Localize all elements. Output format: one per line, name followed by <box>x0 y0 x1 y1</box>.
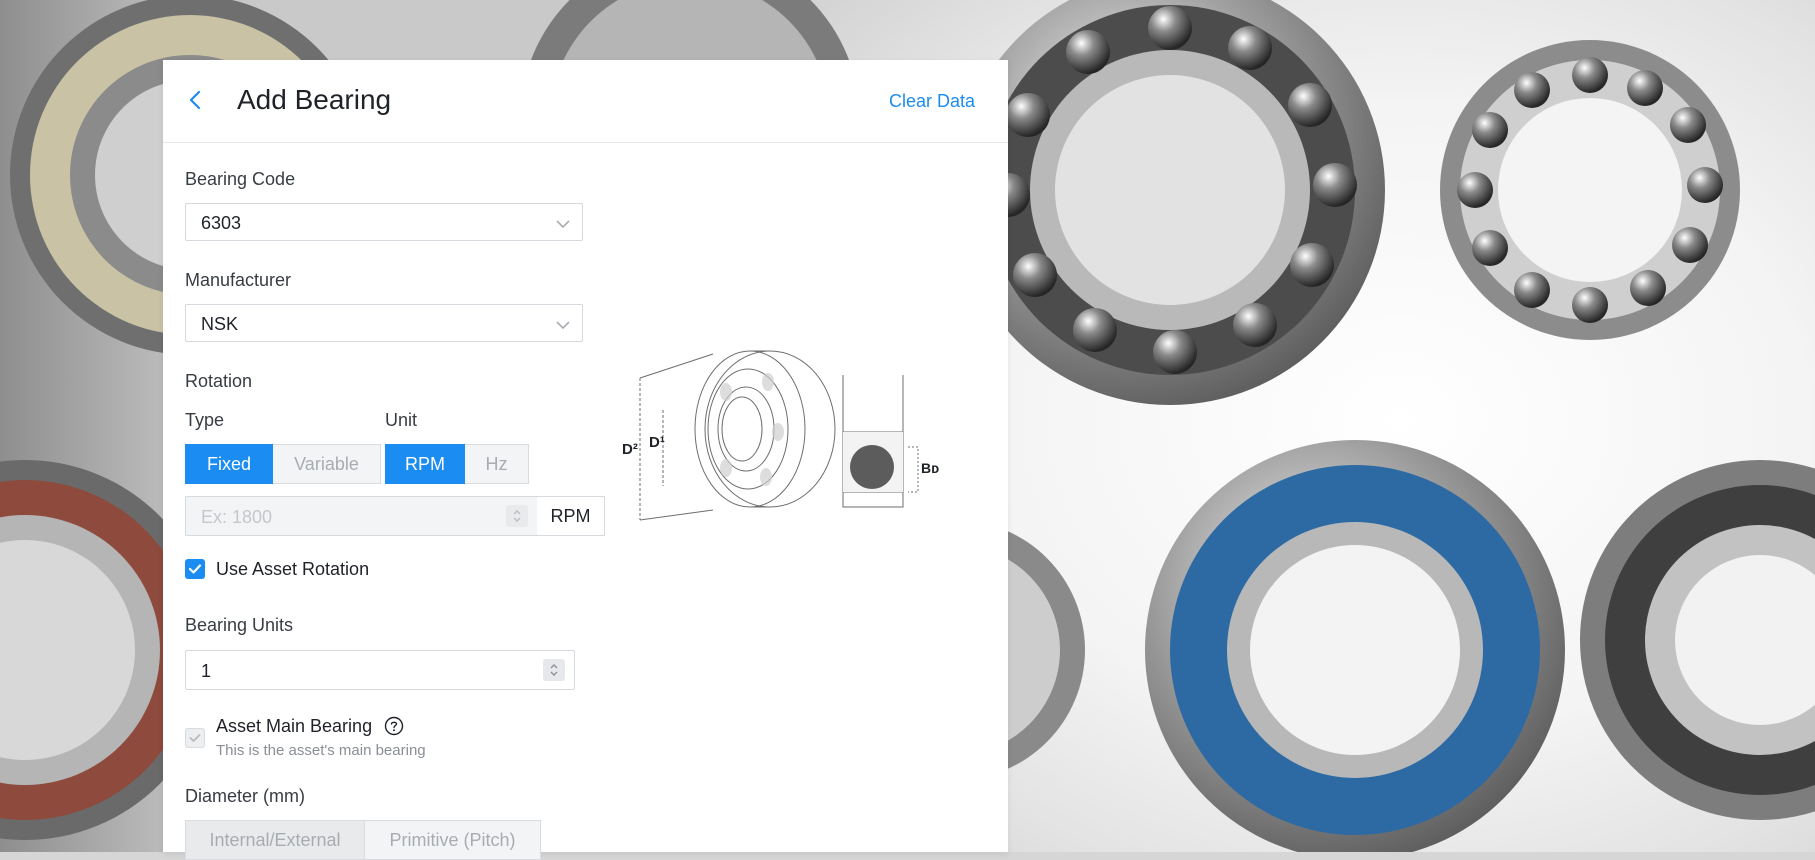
diameter-primitive-pitch[interactable]: Primitive (Pitch) <box>365 820 541 860</box>
rotation-unit-label: Unit <box>385 410 418 430</box>
use-asset-rotation-label: Use Asset Rotation <box>216 559 370 579</box>
bearing-code-value: 6303 <box>201 213 242 233</box>
bearing-dimension-diagram: D² D¹ Bᴅ <box>622 350 939 521</box>
checkmark-icon <box>188 564 202 574</box>
bearing-code-label: Bearing Code <box>185 169 296 189</box>
bearing-units-value: 1 <box>201 661 212 681</box>
diameter-label: Diameter (mm) <box>185 786 305 806</box>
diameter-mode-toggle: Internal/External Primitive (Pitch) <box>185 820 541 860</box>
chevron-left-icon <box>188 90 202 115</box>
rotation-speed-input[interactable]: Ex: 1800 <box>185 496 538 536</box>
bearing-blue-sealed <box>1145 440 1565 852</box>
use-asset-rotation-checkbox[interactable] <box>185 559 205 579</box>
asset-main-bearing-label: Asset Main Bearing <box>216 716 373 736</box>
bearing-units-input[interactable]: 1 <box>185 650 575 690</box>
help-circle-icon[interactable] <box>384 716 404 741</box>
asset-main-bearing-help: This is the asset's main bearing <box>216 742 426 759</box>
rotation-speed-placeholder: Ex: 1800 <box>201 507 273 527</box>
bearing-self-aligning <box>1580 460 1815 820</box>
rotation-speed-group: Ex: 1800 RPM <box>185 496 605 536</box>
bearing-units-label: Bearing Units <box>185 615 294 635</box>
back-button[interactable] <box>181 88 209 116</box>
bearing-code-select[interactable]: 6303 <box>185 203 583 241</box>
checkmark-icon <box>189 734 201 742</box>
manufacturer-label: Manufacturer <box>185 270 292 290</box>
rotation-label: Rotation <box>185 371 253 391</box>
rotation-type-label: Type <box>185 410 225 430</box>
diagram-label-ball: Bᴅ <box>921 460 939 476</box>
panel-header: Add Bearing Clear Data <box>163 60 1008 143</box>
diagram-label-inner: D¹ <box>649 434 665 451</box>
bearing-thrust <box>1440 40 1740 340</box>
number-spinner-icon[interactable] <box>506 505 528 527</box>
chevron-down-icon <box>556 216 570 234</box>
manufacturer-value: NSK <box>201 314 239 334</box>
rotation-type-toggle: Fixed Variable <box>185 444 381 484</box>
rotation-type-variable[interactable]: Variable <box>273 444 381 484</box>
rotation-unit-toggle: RPM Hz <box>385 444 529 484</box>
asset-main-bearing-checkbox[interactable] <box>185 728 205 748</box>
rotation-type-fixed[interactable]: Fixed <box>185 444 273 484</box>
add-bearing-panel: Add Bearing Clear Data Bearing Code 6303… <box>163 60 1008 860</box>
clear-data-button[interactable]: Clear Data <box>889 91 975 112</box>
manufacturer-select[interactable]: NSK <box>185 304 583 342</box>
rotation-speed-unit: RPM <box>537 496 605 536</box>
chevron-down-icon <box>556 317 570 335</box>
bearing-deep-groove <box>955 0 1385 405</box>
diagram-label-outer: D² <box>622 441 638 458</box>
rotation-unit-hz[interactable]: Hz <box>465 444 529 484</box>
number-spinner-icon[interactable] <box>543 659 565 681</box>
diameter-internal-external[interactable]: Internal/External <box>185 820 365 860</box>
bearing-diagram: D² D¹ Bᴅ <box>618 282 958 527</box>
page-title: Add Bearing <box>237 84 392 115</box>
rotation-unit-rpm[interactable]: RPM <box>385 444 465 484</box>
